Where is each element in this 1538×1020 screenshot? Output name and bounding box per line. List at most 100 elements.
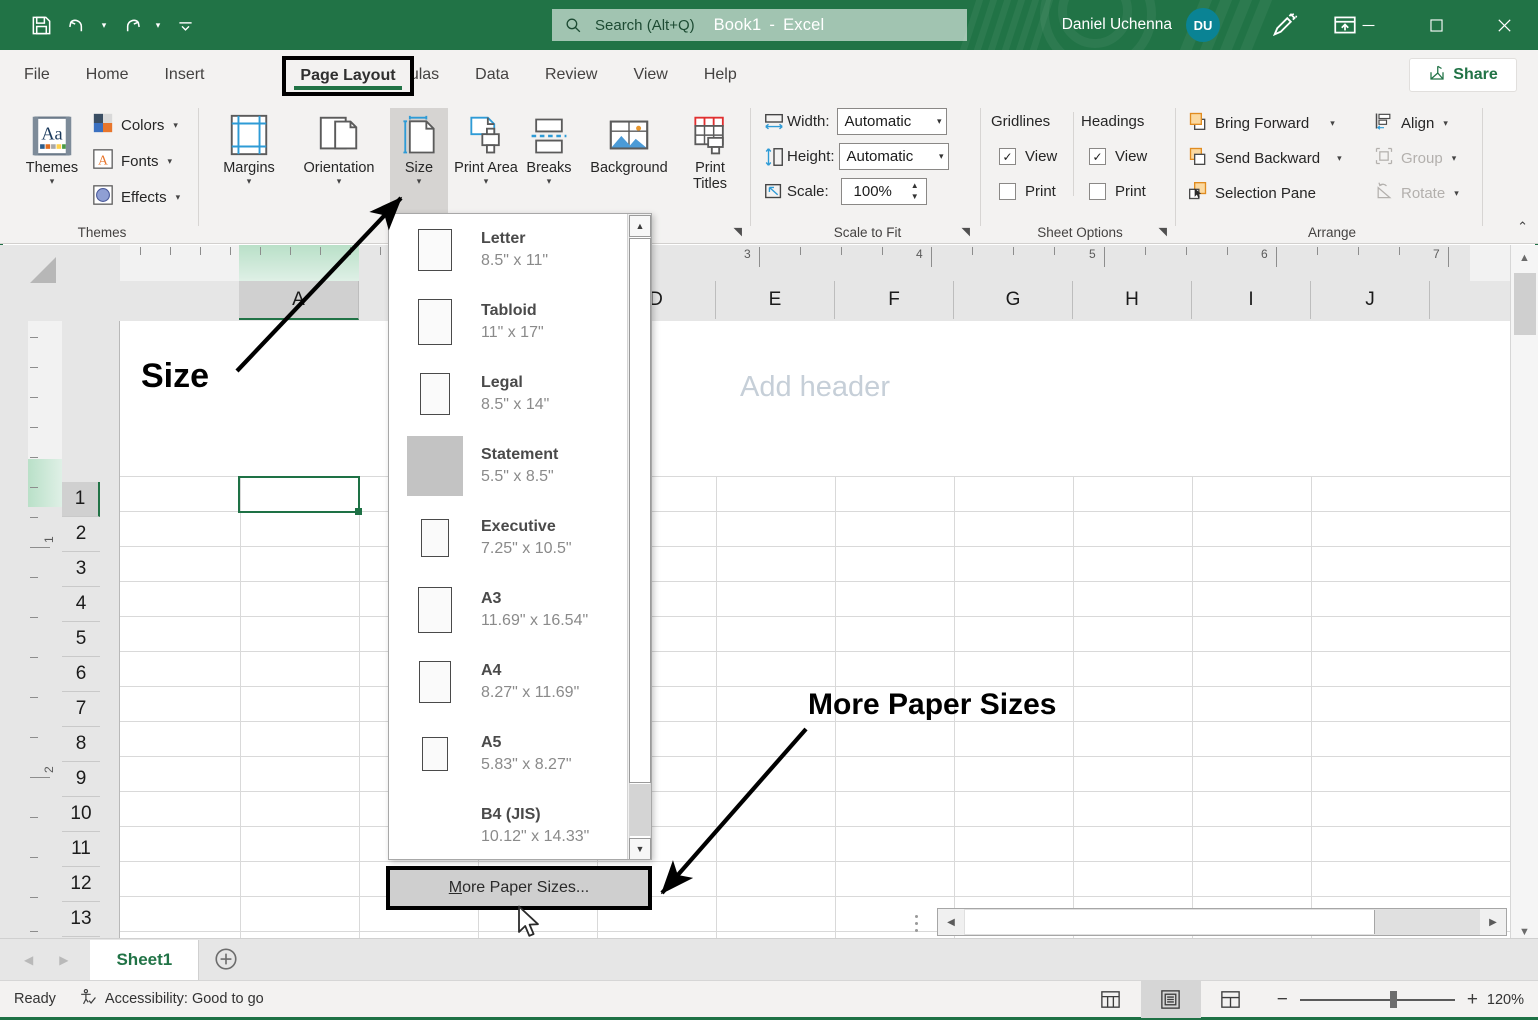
- zoom-slider[interactable]: [1300, 993, 1455, 1007]
- sheet-options-dialog-launcher[interactable]: ◥: [1159, 225, 1167, 238]
- zoom-level[interactable]: 120%: [1478, 992, 1538, 1008]
- bring-forward-chevron-down-icon[interactable]: ▾: [1330, 118, 1335, 129]
- size-dropdown-menu[interactable]: Letter 8.5" x 11" Tabloid 11" x 17": [388, 213, 652, 860]
- scale-spinner-arrows[interactable]: ▲▼: [911, 182, 922, 201]
- prev-sheet-icon[interactable]: ◀: [24, 953, 33, 967]
- breaks-chevron-down-icon[interactable]: ▾: [547, 177, 552, 186]
- tab-insert[interactable]: Insert: [146, 50, 222, 100]
- page-layout-view-icon[interactable]: [1141, 981, 1201, 1018]
- paper-size-item-executive[interactable]: Executive 7.25" x 10.5": [389, 502, 629, 574]
- row-header-4[interactable]: 4: [62, 587, 100, 622]
- bring-forward-button[interactable]: Bring Forward ▾: [1188, 111, 1335, 135]
- accessibility-status[interactable]: Accessibility: Good to go: [78, 988, 264, 1011]
- send-backward-chevron-down-icon[interactable]: ▾: [1337, 153, 1342, 164]
- paper-size-item-tabloid[interactable]: Tabloid 11" x 17": [389, 286, 629, 358]
- collapse-ribbon-icon[interactable]: ⌃: [1517, 219, 1528, 235]
- paper-size-item-statement[interactable]: Statement 5.5" x 8.5": [389, 430, 629, 502]
- save-icon[interactable]: [24, 8, 58, 42]
- page-break-preview-icon[interactable]: [1201, 981, 1261, 1018]
- page-setup-dialog-launcher[interactable]: ◥: [734, 225, 742, 238]
- avatar[interactable]: DU: [1186, 8, 1220, 42]
- horizontal-scroll-thumb[interactable]: [965, 910, 1375, 934]
- row-header-3[interactable]: 3: [62, 552, 100, 587]
- tab-page-layout[interactable]: Page Layout: [282, 56, 414, 96]
- tab-file[interactable]: File: [0, 50, 68, 100]
- zoom-out-icon[interactable]: −: [1277, 989, 1288, 1011]
- select-all-corner[interactable]: [0, 245, 100, 300]
- vertical-scroll-thumb[interactable]: [1514, 273, 1536, 335]
- zoom-thumb[interactable]: [1390, 991, 1397, 1008]
- next-sheet-icon[interactable]: ▶: [59, 953, 68, 967]
- account-area[interactable]: Daniel Uchenna DU: [1062, 0, 1220, 50]
- undo-chevron-icon[interactable]: ▾: [96, 8, 112, 42]
- checkbox-checked-icon[interactable]: ✓: [999, 148, 1016, 165]
- row-header-5[interactable]: 5: [62, 622, 100, 657]
- themes-button[interactable]: Aa Themes ▾: [16, 108, 88, 186]
- print-area-chevron-down-icon[interactable]: ▾: [484, 177, 489, 186]
- fill-handle[interactable]: [355, 508, 362, 515]
- column-header-f[interactable]: F: [835, 281, 954, 319]
- row-header-9[interactable]: 9: [62, 762, 100, 797]
- dropdown-scrollbar[interactable]: ▲ ▼: [627, 214, 651, 860]
- normal-view-icon[interactable]: [1081, 981, 1141, 1018]
- gridlines-print-checkbox[interactable]: Print: [999, 183, 1056, 200]
- effects-chevron-down-icon[interactable]: ▾: [176, 192, 181, 203]
- dropdown-scroll-thumb-lower[interactable]: [629, 784, 651, 836]
- print-titles-button[interactable]: Print Titles: [679, 108, 741, 192]
- print-area-button[interactable]: Print Area ▾: [451, 108, 521, 186]
- fonts-button[interactable]: A Fonts ▾: [92, 148, 172, 174]
- colors-button[interactable]: Colors ▾: [92, 112, 178, 138]
- themes-chevron-down-icon[interactable]: ▾: [50, 177, 55, 186]
- orientation-chevron-down-icon[interactable]: ▾: [337, 177, 342, 186]
- row-header-1[interactable]: 1: [62, 482, 100, 517]
- column-header-i[interactable]: I: [1192, 281, 1311, 319]
- vertical-scrollbar[interactable]: ▲ ▼: [1510, 245, 1538, 945]
- search-input[interactable]: Search (Alt+Q): [552, 9, 967, 41]
- paper-size-item-a3[interactable]: A3 11.69" x 16.54": [389, 574, 629, 646]
- height-chevron-down-icon[interactable]: ▾: [931, 151, 944, 162]
- paper-size-item-legal[interactable]: Legal 8.5" x 14": [389, 358, 629, 430]
- headings-print-checkbox[interactable]: Print: [1089, 183, 1146, 200]
- tab-data[interactable]: Data: [457, 50, 527, 100]
- row-header-2[interactable]: 2: [62, 517, 100, 552]
- background-button[interactable]: Background: [575, 108, 683, 176]
- effects-button[interactable]: Effects ▾: [92, 184, 180, 210]
- paper-size-item-letter[interactable]: Letter 8.5" x 11": [389, 214, 629, 286]
- share-button[interactable]: Share: [1409, 58, 1517, 92]
- more-paper-sizes-button[interactable]: More Paper Sizes...: [386, 866, 652, 910]
- align-chevron-down-icon[interactable]: ▾: [1443, 118, 1448, 129]
- tab-view[interactable]: View: [615, 50, 685, 100]
- checkbox-checked-icon[interactable]: ✓: [1089, 148, 1106, 165]
- dropdown-scroll-thumb[interactable]: [629, 238, 651, 783]
- sheet-tab-sheet1[interactable]: Sheet1: [90, 940, 199, 980]
- redo-chevron-icon[interactable]: ▾: [150, 8, 166, 42]
- undo-icon[interactable]: [60, 8, 94, 42]
- scroll-up-icon[interactable]: ▲: [629, 215, 651, 237]
- scroll-up-icon[interactable]: ▲: [1511, 245, 1538, 271]
- selection-pane-button[interactable]: Selection Pane: [1188, 181, 1316, 205]
- scale-spinner[interactable]: 100% ▲▼: [841, 178, 927, 205]
- close-icon[interactable]: [1470, 0, 1538, 50]
- scrollbar-split-handle[interactable]: [915, 915, 918, 932]
- send-backward-button[interactable]: Send Backward ▾: [1188, 146, 1342, 170]
- scroll-right-icon[interactable]: ▶: [1480, 909, 1506, 935]
- minimize-icon[interactable]: [1334, 0, 1402, 50]
- column-header-j[interactable]: J: [1311, 281, 1430, 319]
- add-header-placeholder[interactable]: Add header: [120, 371, 1510, 404]
- column-header-g[interactable]: G: [954, 281, 1073, 319]
- row-header-6[interactable]: 6: [62, 657, 100, 692]
- column-header-a[interactable]: A: [239, 281, 359, 320]
- customize-qat-icon[interactable]: [168, 8, 202, 42]
- scroll-left-icon[interactable]: ◀: [938, 909, 964, 935]
- orientation-button[interactable]: Orientation ▾: [289, 108, 389, 186]
- margins-chevron-down-icon[interactable]: ▾: [247, 177, 252, 186]
- tab-review[interactable]: Review: [527, 50, 615, 100]
- gridlines-view-checkbox[interactable]: ✓ View: [999, 148, 1057, 165]
- row-header-7[interactable]: 7: [62, 692, 100, 727]
- active-cell-a1[interactable]: [238, 476, 360, 513]
- size-chevron-down-icon[interactable]: ▾: [417, 177, 422, 186]
- redo-icon[interactable]: [114, 8, 148, 42]
- horizontal-scrollbar[interactable]: ◀ ▶: [937, 908, 1507, 936]
- row-header-8[interactable]: 8: [62, 727, 100, 762]
- zoom-in-icon[interactable]: +: [1467, 989, 1478, 1011]
